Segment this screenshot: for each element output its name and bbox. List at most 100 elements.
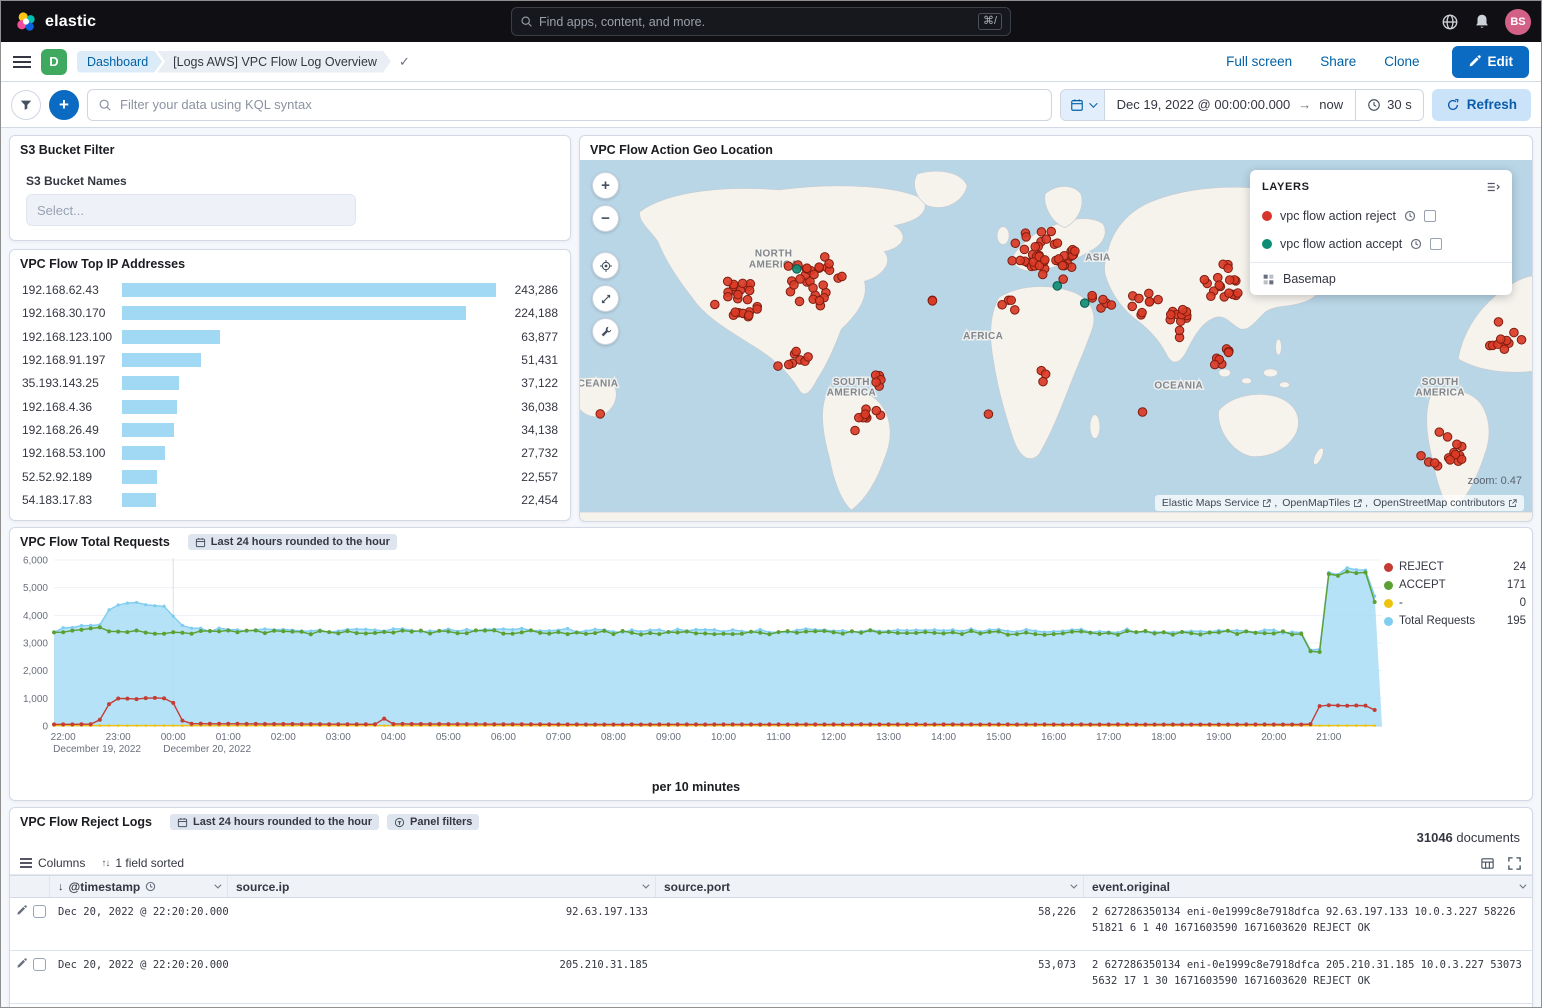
reject-geo-marker[interactable]: [1099, 295, 1108, 304]
reject-geo-marker[interactable]: [1494, 318, 1503, 327]
reject-geo-marker[interactable]: [1215, 281, 1224, 290]
add-filter-button[interactable]: +: [49, 90, 79, 120]
clone-link[interactable]: Clone: [1384, 54, 1419, 69]
attribution-link[interactable]: OpenMapTiles: [1274, 497, 1362, 509]
reject-geo-marker[interactable]: [1138, 308, 1147, 317]
reject-geo-marker[interactable]: [809, 284, 818, 293]
legend-item[interactable]: REJECT24: [1384, 558, 1526, 576]
panel-title[interactable]: VPC Flow Top IP Addresses: [10, 250, 570, 274]
reject-geo-marker[interactable]: [1435, 428, 1444, 437]
reject-geo-marker[interactable]: [1510, 328, 1519, 337]
reject-geo-marker[interactable]: [872, 406, 881, 415]
bar[interactable]: [122, 446, 165, 460]
display-options-icon[interactable]: [1480, 856, 1495, 871]
bar[interactable]: [122, 353, 201, 367]
reject-geo-marker[interactable]: [851, 426, 860, 435]
reject-geo-marker[interactable]: [1042, 235, 1051, 244]
tools-icon[interactable]: [592, 318, 619, 345]
fullscreen-icon[interactable]: [1507, 856, 1522, 871]
layer-reject[interactable]: vpc flow action reject: [1250, 202, 1512, 230]
reject-geo-marker[interactable]: [1210, 360, 1219, 369]
reject-geo-marker[interactable]: [1443, 433, 1452, 442]
reject-geo-marker[interactable]: [1145, 298, 1154, 307]
reject-geo-marker[interactable]: [1088, 291, 1097, 300]
panel-title[interactable]: S3 Bucket Filter: [10, 136, 570, 160]
attribution-link[interactable]: Elastic Maps Service: [1162, 497, 1271, 509]
reject-geo-marker[interactable]: [1107, 301, 1116, 310]
expand-row-icon[interactable]: [16, 905, 27, 916]
bar[interactable]: [122, 330, 220, 344]
reject-geo-marker[interactable]: [1008, 256, 1017, 265]
layer-checkbox[interactable]: [1430, 238, 1442, 250]
reject-geo-marker[interactable]: [1224, 264, 1233, 273]
reject-geo-marker[interactable]: [861, 410, 870, 419]
panel-title[interactable]: VPC Flow Action Geo Location: [580, 136, 1532, 160]
reject-geo-marker[interactable]: [596, 410, 605, 419]
reject-geo-marker[interactable]: [795, 297, 804, 306]
layer-accept[interactable]: vpc flow action accept: [1250, 230, 1512, 258]
edit-button[interactable]: Edit: [1452, 46, 1530, 78]
refresh-button[interactable]: Refresh: [1432, 89, 1531, 121]
reject-geo-marker[interactable]: [1207, 292, 1216, 301]
legend-item[interactable]: -0: [1384, 594, 1526, 612]
reject-geo-marker[interactable]: [745, 311, 754, 320]
date-start[interactable]: Dec 19, 2022 @ 00:00:00.000: [1117, 97, 1291, 112]
saved-query-button[interactable]: [11, 90, 41, 120]
bar[interactable]: [122, 376, 179, 390]
reject-geo-marker[interactable]: [731, 308, 740, 317]
reject-geo-marker[interactable]: [1166, 310, 1175, 319]
reject-geo-marker[interactable]: [838, 272, 847, 281]
chevron-down-icon[interactable]: [1519, 882, 1526, 889]
s3-bucket-select[interactable]: Select...: [26, 194, 356, 226]
refresh-interval-control[interactable]: 30 s: [1355, 90, 1423, 120]
reject-geo-marker[interactable]: [1430, 459, 1439, 468]
reject-geo-marker[interactable]: [723, 277, 732, 286]
world-map[interactable]: NORTHAMERICAASIAAFRICASOUTHAMERICAOCEANI…: [580, 160, 1532, 521]
grid-header-eventoriginal[interactable]: event.original: [1084, 876, 1532, 897]
reject-geo-marker[interactable]: [815, 263, 824, 272]
reject-geo-marker[interactable]: [1496, 335, 1505, 344]
reject-geo-marker[interactable]: [792, 347, 801, 356]
breadcrumb-dashboard[interactable]: Dashboard: [77, 51, 162, 73]
reject-geo-marker[interactable]: [1053, 239, 1062, 248]
reject-geo-marker[interactable]: [825, 259, 834, 268]
bar[interactable]: [122, 400, 177, 414]
layer-basemap[interactable]: Basemap: [1250, 262, 1512, 295]
space-badge[interactable]: D: [41, 49, 67, 75]
bar[interactable]: [122, 423, 174, 437]
time-range-badge[interactable]: Last 24 hours rounded to the hour: [170, 814, 379, 830]
reject-geo-marker[interactable]: [1213, 273, 1222, 282]
bar[interactable]: [122, 470, 157, 484]
reject-geo-marker[interactable]: [1010, 306, 1019, 315]
reject-geo-marker[interactable]: [1047, 227, 1056, 236]
share-link[interactable]: Share: [1320, 54, 1356, 69]
reject-geo-marker[interactable]: [1145, 289, 1154, 298]
zoom-in-icon[interactable]: +: [592, 172, 619, 199]
chevron-down-icon[interactable]: [1070, 882, 1077, 889]
chevron-down-icon[interactable]: [214, 882, 221, 889]
reject-geo-marker[interactable]: [738, 279, 747, 288]
reject-geo-marker[interactable]: [1020, 245, 1029, 254]
expand-row-icon[interactable]: [16, 958, 27, 969]
attribution-link[interactable]: OpenStreetMap contributors: [1365, 497, 1517, 509]
grid-header-sourceip[interactable]: source.ip: [228, 876, 656, 897]
accept-geo-marker[interactable]: [793, 265, 802, 274]
reject-geo-marker[interactable]: [1041, 256, 1050, 265]
reject-geo-marker[interactable]: [1500, 345, 1509, 354]
reject-geo-marker[interactable]: [1038, 270, 1047, 279]
target-icon[interactable]: [592, 252, 619, 279]
user-avatar[interactable]: BS: [1505, 9, 1531, 35]
reject-geo-marker[interactable]: [745, 286, 754, 295]
fit-to-data-icon[interactable]: [592, 285, 619, 312]
globe-icon[interactable]: [1441, 13, 1459, 31]
reject-geo-marker[interactable]: [1178, 305, 1187, 314]
reject-geo-marker[interactable]: [753, 305, 762, 314]
reject-geo-marker[interactable]: [743, 295, 752, 304]
reject-geo-marker[interactable]: [998, 301, 1007, 310]
bell-icon[interactable]: [1473, 13, 1491, 31]
reject-geo-marker[interactable]: [1039, 377, 1048, 386]
reject-geo-marker[interactable]: [810, 270, 819, 279]
bar[interactable]: [122, 306, 466, 320]
row-checkbox[interactable]: [33, 905, 46, 918]
reject-geo-marker[interactable]: [711, 300, 720, 309]
